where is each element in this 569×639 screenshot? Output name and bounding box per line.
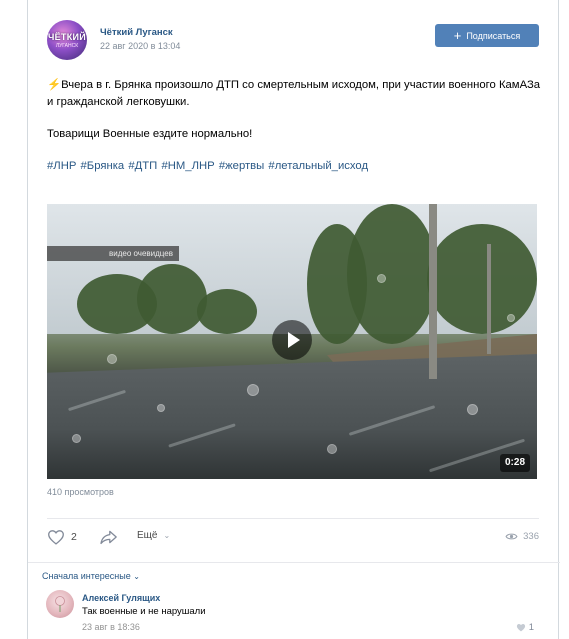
comment-author[interactable]: Алексей Гулящих — [82, 593, 160, 603]
group-avatar[interactable]: ЧЁТКИЙ ЛУГАНСК — [47, 20, 87, 60]
comment-item: Алексей Гулящих Так военные и не нарушал… — [46, 590, 538, 636]
plus-icon: + — [453, 28, 462, 43]
post-text: ⚡Вчера в г. Брянка произошло ДТП со смер… — [47, 77, 543, 175]
rose-icon — [55, 596, 65, 612]
comment-like-button[interactable]: 1 — [516, 622, 534, 633]
avatar-logo-text: ЧЁТКИЙ — [47, 32, 87, 42]
video-caption-label: видео очевидцев — [47, 246, 179, 261]
post-actions-bar: 2 Ещё ⌄ 336 — [47, 529, 539, 549]
post-date[interactable]: 22 авг 2020 в 13:04 — [100, 41, 180, 51]
comment-date[interactable]: 23 авг в 18:36 — [82, 622, 140, 632]
more-button[interactable]: Ещё ⌄ — [137, 530, 170, 541]
post-hashtags[interactable]: #ЛНР #Брянка #ДТП #НМ_ЛНР #жертвы #летал… — [47, 158, 543, 175]
chevron-down-icon: ⌄ — [163, 531, 171, 540]
more-label: Ещё — [137, 530, 158, 541]
post-paragraph-1: ⚡Вчера в г. Брянка произошло ДТП со смер… — [47, 77, 543, 111]
share-icon — [100, 530, 117, 545]
share-button[interactable] — [99, 529, 119, 545]
eye-icon — [505, 533, 518, 540]
comment-text: Так военные и не нарушали — [82, 606, 206, 617]
post-card: ЧЁТКИЙ ЛУГАНСК Чёткий Луганск 22 авг 202… — [27, 0, 560, 639]
post-header: ЧЁТКИЙ ЛУГАНСК Чёткий Луганск 22 авг 202… — [47, 20, 539, 62]
post-paragraph-2: Товарищи Военные ездите нормально! — [47, 128, 253, 140]
video-duration: 0:28 — [499, 454, 530, 472]
video-views-count: 410 просмотров — [47, 487, 114, 497]
lightning-emoji-icon: ⚡ — [47, 79, 62, 91]
comment-like-count: 1 — [528, 622, 534, 633]
post-views-count: 336 — [523, 531, 539, 542]
post-author[interactable]: Чёткий Луганск — [100, 27, 173, 38]
chevron-down-icon: ⌄ — [133, 572, 140, 581]
comments-sort-dropdown[interactable]: Сначала интересные ⌄ — [42, 571, 140, 581]
commenter-avatar[interactable] — [46, 590, 74, 618]
comments-sort-label: Сначала интересные — [42, 571, 131, 581]
avatar-logo-subtext: ЛУГАНСК — [55, 43, 79, 49]
like-button[interactable]: 2 — [47, 529, 77, 545]
video-player[interactable]: видео очевидцев 0:28 — [47, 204, 537, 479]
subscribe-button[interactable]: + Подписаться — [435, 24, 539, 47]
heart-icon — [516, 624, 525, 632]
heart-icon — [48, 530, 64, 545]
post-paragraph-1-text: Вчера в г. Брянка произошло ДТП со смерт… — [47, 79, 541, 108]
subscribe-label: Подписаться — [466, 30, 521, 41]
divider — [28, 562, 560, 563]
like-count: 2 — [71, 531, 77, 543]
divider — [47, 518, 539, 519]
post-views: 336 — [505, 531, 539, 542]
play-icon[interactable] — [272, 320, 312, 360]
